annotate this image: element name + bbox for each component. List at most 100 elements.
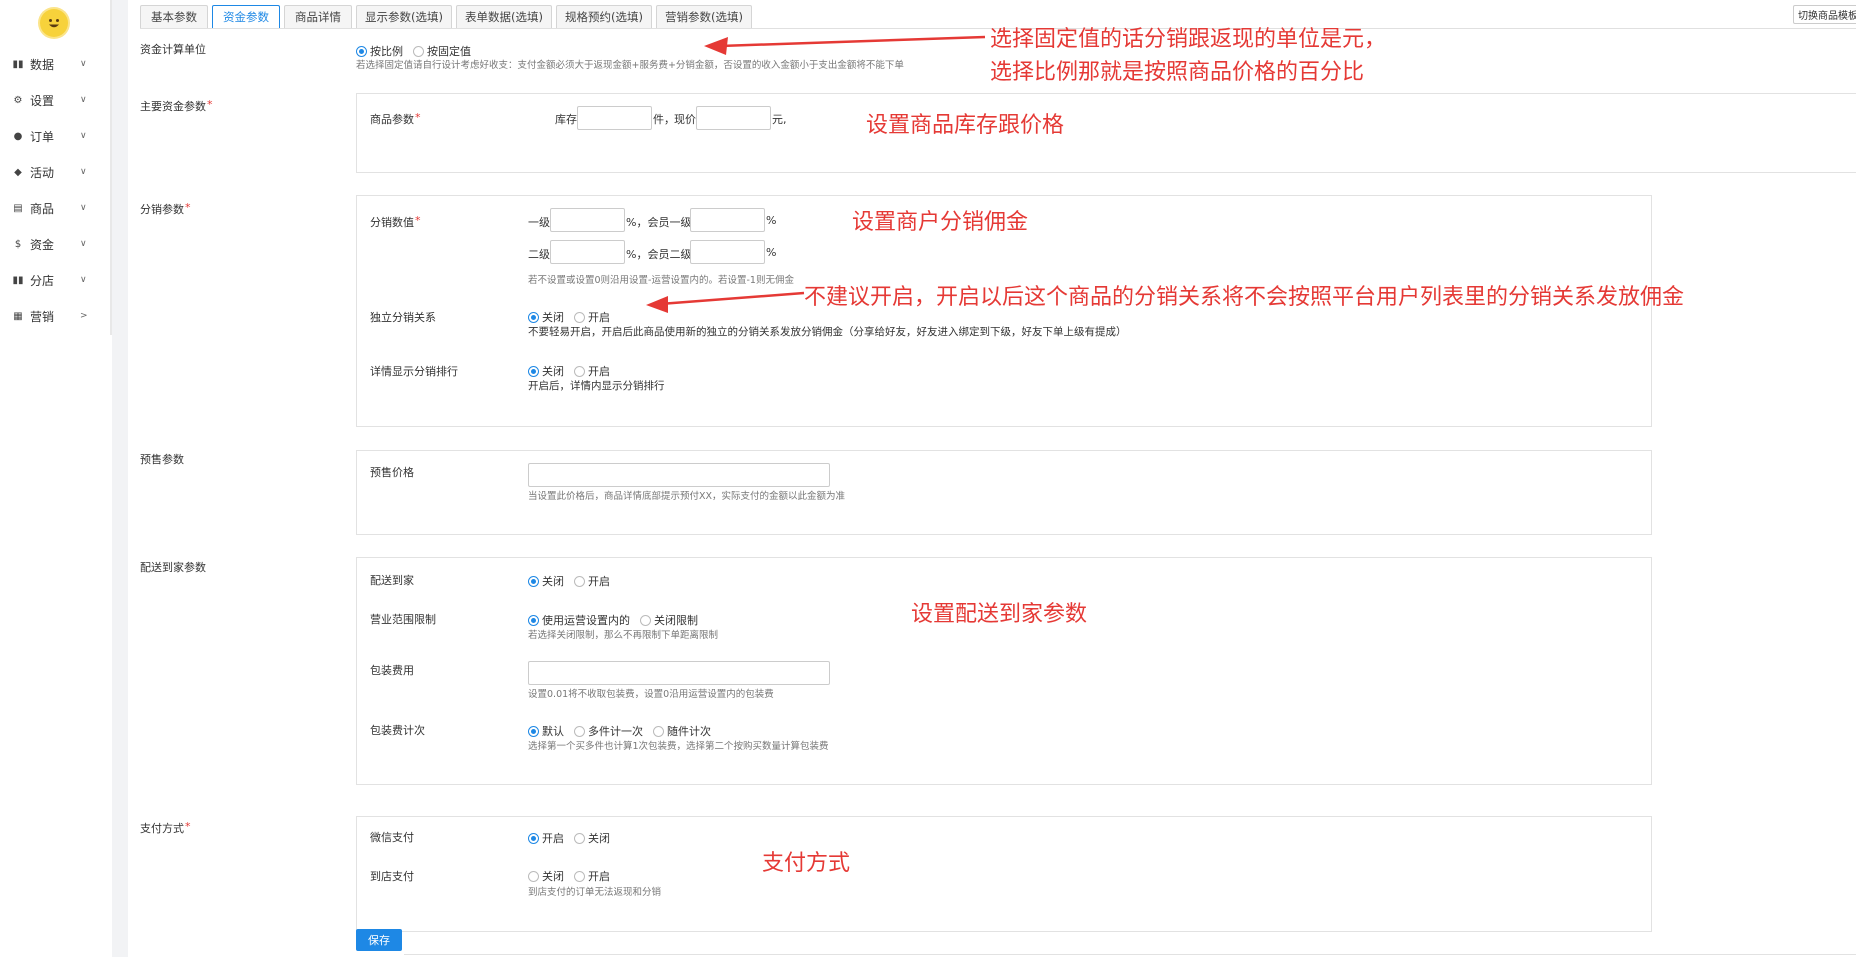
stock-label: 库存 [555, 113, 577, 126]
sidebar-gutter [112, 0, 128, 957]
sidebar-item-marketing[interactable]: ▦ 营销 > [0, 301, 110, 331]
radio-home-on[interactable]: 开启 [574, 573, 610, 589]
annotation-independent: 不建议开启，开启以后这个商品的分销关系将不会按照平台用户列表里的分销关系发放佣金 [804, 285, 1685, 310]
chevron-right-icon: > [80, 311, 88, 321]
radio-dot [574, 725, 585, 737]
member-level2-label: %，会员二级 [626, 248, 692, 261]
presale-hint: 当设置此价格后，商品详情底部提示预付XX，实际支付的金额以此金额为准 [528, 491, 846, 502]
annotation-delivery: 设置配送到家参数 [911, 602, 1088, 627]
distribution-value-hint: 若不设置或设置0则沿用设置-运营设置内的。若设置-1则无佣金 [528, 275, 794, 286]
distribution-value-label-text: 分销数值 [370, 216, 414, 229]
presale-price-label: 预售价格 [370, 466, 414, 479]
radio-label: 关闭 [542, 365, 564, 378]
member-level1-input[interactable] [690, 208, 765, 232]
fund-unit-label: 资金计算单位 [140, 43, 206, 56]
payment-label-text: 支付方式 [140, 822, 184, 835]
radio-dot [528, 575, 539, 587]
radio-wechat-on[interactable]: 开启 [528, 830, 564, 846]
sidebar-item-activity[interactable]: ◆ 活动 ∨ [0, 157, 110, 187]
radio-store-on[interactable]: 开启 [574, 868, 610, 884]
radio-label: 开启 [588, 311, 610, 324]
member-level2-input[interactable] [690, 240, 765, 264]
tag-icon: ◆ [14, 166, 22, 178]
chevron-down-icon: ∨ [80, 59, 87, 69]
sidebar-item-label: 数据 [30, 57, 55, 72]
sidebar-item-goods[interactable]: ▤ 商品 ∨ [0, 193, 110, 223]
radio-dot [528, 870, 539, 882]
price-unit: 元, [772, 113, 787, 126]
goods-param-label: 商品参数* [370, 111, 421, 126]
radio-pack-once[interactable]: 多件计一次 [574, 723, 643, 739]
ranking-label: 详情显示分销排行 [370, 365, 458, 378]
tab-form-data[interactable]: 表单数据(选填) [456, 5, 552, 28]
tab-details[interactable]: 商品详情 [284, 5, 352, 28]
member-level1-label: %，会员一级 [626, 216, 692, 229]
sidebar-item-label: 营销 [30, 309, 55, 324]
avatar[interactable] [40, 9, 68, 37]
radio-ranking-on[interactable]: 开启 [574, 363, 610, 379]
presale-price-input[interactable] [528, 463, 830, 487]
presale-label: 预售参数 [140, 453, 184, 466]
fund-unit-hint: 若选择固定值请自行设计考虑好收支：支付金额必须大于返现金额+服务费+分销金额，否… [356, 60, 904, 71]
packing-fee-label: 包装费用 [370, 664, 414, 677]
radio-store-off[interactable]: 关闭 [528, 868, 564, 884]
radio-label: 关闭 [542, 311, 564, 324]
switch-template-button[interactable]: 切换商品模板 [1793, 5, 1856, 24]
radio-pack-per-item[interactable]: 随件计次 [653, 723, 711, 739]
sidebar-item-settings[interactable]: ⚙ 设置 ∨ [0, 85, 110, 115]
packing-fee-input[interactable] [528, 661, 830, 685]
radio-range-off[interactable]: 关闭限制 [640, 612, 698, 628]
ranking-hint: 开启后，详情内显示分销排行 [528, 380, 665, 392]
distribution-value-label: 分销数值* [370, 214, 421, 229]
price-input[interactable] [696, 106, 771, 130]
sidebar-item-label: 设置 [30, 93, 55, 108]
sidebar-item-branch[interactable]: ▮▮ 分店 ∨ [0, 265, 110, 295]
save-button[interactable]: 保存 [356, 929, 402, 951]
radio-label: 关闭 [588, 832, 610, 845]
wechat-pay-radios: 开启 关闭 [528, 830, 620, 846]
radio-dot [640, 614, 651, 626]
radio-label: 默认 [542, 725, 564, 738]
packing-fee-hint: 设置0.01将不收取包装费，设置0沿用运营设置内的包装费 [528, 689, 774, 700]
stock-unit: 件， [653, 113, 675, 126]
radio-independent-off[interactable]: 关闭 [528, 309, 564, 325]
radio-pack-default[interactable]: 默认 [528, 723, 564, 739]
home-delivery-radios: 关闭 开启 [528, 573, 620, 589]
wechat-pay-label: 微信支付 [370, 831, 414, 844]
radio-home-off[interactable]: 关闭 [528, 573, 564, 589]
radio-dot [574, 832, 585, 844]
marketing-icon: ▦ [13, 310, 23, 322]
annotation-unit-line2: 选择比例那就是按照商品价格的百分比 [990, 60, 1365, 85]
radio-label: 使用运营设置内的 [542, 614, 630, 627]
annotation-commission: 设置商户分销佣金 [852, 210, 1029, 235]
sidebar: ▮▮ 数据 ∨ ⚙ 设置 ∨ ● 订单 ∨ ◆ 活动 ∨ ▤ 商品 ∨ $ 资金… [0, 0, 112, 957]
payment-label: 支付方式* [140, 820, 191, 835]
sidebar-item-orders[interactable]: ● 订单 ∨ [0, 121, 110, 151]
radio-label: 开启 [588, 870, 610, 883]
level2-input[interactable] [550, 240, 625, 264]
radio-dot [528, 725, 539, 737]
chevron-down-icon: ∨ [80, 95, 87, 105]
radio-label: 关闭限制 [654, 614, 698, 627]
tab-basic[interactable]: 基本参数 [140, 5, 208, 28]
level1-input[interactable] [550, 208, 625, 232]
radio-dot [528, 311, 539, 323]
radio-range-operational[interactable]: 使用运营设置内的 [528, 612, 630, 628]
radio-dot [574, 870, 585, 882]
tab-marketing[interactable]: 营销参数(选填) [656, 5, 752, 28]
store-icon: ▮▮ [12, 274, 24, 286]
chevron-down-icon: ∨ [80, 167, 87, 177]
tab-funds[interactable]: 资金参数 [212, 5, 280, 28]
tab-display[interactable]: 显示参数(选填) [356, 5, 452, 28]
radio-dot [413, 45, 424, 57]
radio-ranking-off[interactable]: 关闭 [528, 363, 564, 379]
range-limit-label: 营业范围限制 [370, 613, 436, 626]
sidebar-item-data[interactable]: ▮▮ 数据 ∨ [0, 49, 110, 79]
tab-spec[interactable]: 规格预约(选填) [556, 5, 652, 28]
radio-wechat-off[interactable]: 关闭 [574, 830, 610, 846]
stock-input[interactable] [577, 106, 652, 130]
chevron-down-icon: ∨ [80, 239, 87, 249]
packing-count-hint: 选择第一个买多件也计算1次包装费，选择第二个按购买数量计算包装费 [528, 741, 829, 752]
radio-independent-on[interactable]: 开启 [574, 309, 610, 325]
sidebar-item-funds[interactable]: $ 资金 ∨ [0, 229, 110, 259]
